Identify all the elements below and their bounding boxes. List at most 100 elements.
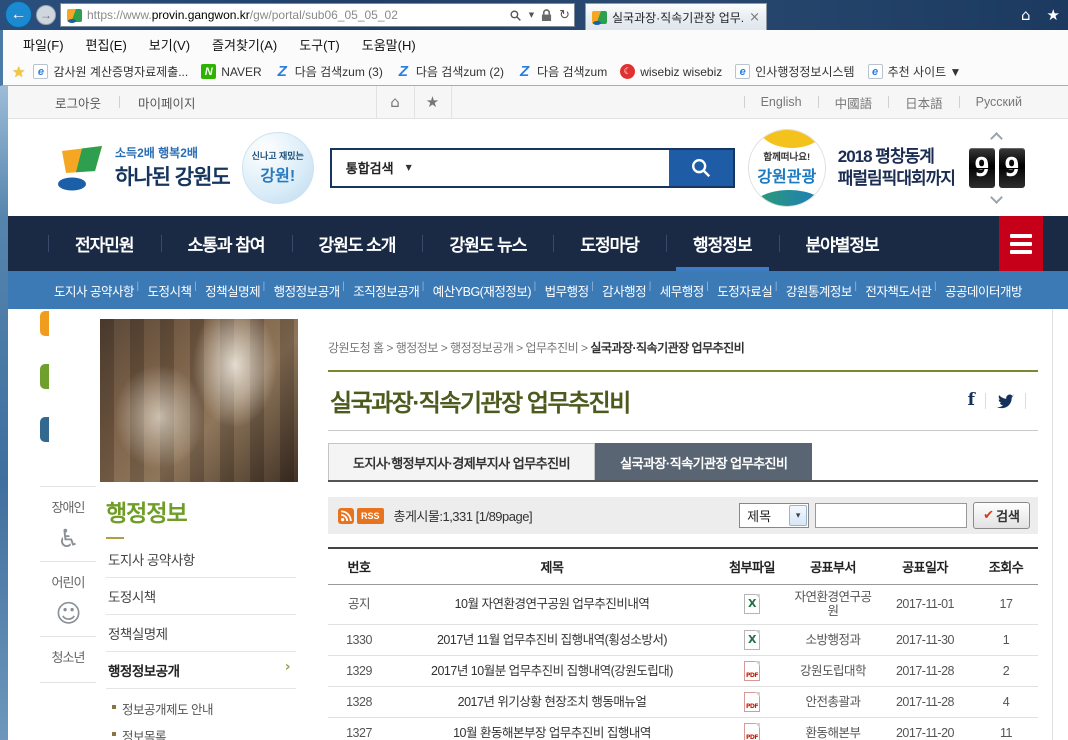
audience-link[interactable]: 청소년 [40, 637, 96, 683]
favorite-item[interactable]: 다음 검색zum (2) [396, 63, 504, 80]
main-nav-item[interactable]: 도정마당 [553, 216, 666, 271]
board-tab[interactable]: 실국과장·직속기관장 업무추진비 [595, 443, 812, 480]
browser-menu-item[interactable]: 도구(T) [288, 35, 351, 54]
search-scope-dropdown[interactable]: 통합검색 [332, 158, 406, 177]
attachment-file-icon[interactable] [744, 692, 760, 712]
sub-nav-item[interactable]: 법무행정 [539, 281, 595, 300]
gangwon-winter-badge[interactable]: 신나고 재밌는 강원! [242, 132, 314, 204]
table-row: 공지 10월 자연환경연구공원 업무추진비내역 자연환경연구공원 2017-11… [328, 585, 1038, 625]
url-domain: provin.gangwon.kr [152, 8, 250, 22]
sub-nav-item[interactable]: 감사행정 [596, 281, 652, 300]
rss-button[interactable]: RSS [338, 508, 384, 524]
attachment-file-icon[interactable] [744, 594, 760, 614]
tab-close-icon[interactable]: × [749, 10, 760, 25]
post-title-link[interactable]: 2017년 11월 업무추진비 집행내역(횡성소방서) [437, 633, 667, 647]
sub-nav-item[interactable]: 세무행정 [654, 281, 710, 300]
sidebar-menu-item[interactable]: 도정시책 [106, 578, 296, 615]
favorite-item[interactable]: 다음 검색zum [517, 63, 607, 80]
favorite-item[interactable]: 인사행정정보시스템 [735, 63, 854, 80]
post-title-link[interactable]: 2017년 위기상황 현장조치 행동매뉴얼 [458, 695, 647, 709]
main-nav-item[interactable]: 전자민원 [48, 216, 161, 271]
rss-icon [338, 508, 354, 524]
browser-menu-item[interactable]: 보기(V) [138, 35, 201, 54]
all-menu-button[interactable] [999, 216, 1043, 271]
quick-rail-button[interactable]: 마이페이지 [40, 417, 96, 478]
favorite-item[interactable]: NAVER [201, 63, 261, 80]
search-icon[interactable] [509, 9, 522, 22]
sub-nav-item[interactable]: 도지사 공약사항 [48, 281, 140, 300]
sidebar-menu-item[interactable]: 정책실명제 [106, 615, 296, 652]
attachment-file-icon[interactable] [744, 630, 760, 650]
attachment-file-icon[interactable] [744, 661, 760, 681]
sub-nav-item[interactable]: 공공데이터개방 [939, 281, 1028, 300]
home-icon[interactable]: ⌂ [1021, 6, 1031, 24]
add-favorite-star-icon[interactable]: ★ [12, 63, 25, 81]
sub-nav-item[interactable]: 행정정보공개 [268, 281, 346, 300]
post-title-link[interactable]: 2017년 10월분 업무추진비 집행내역(강원도립대) [431, 664, 673, 678]
sub-nav-item[interactable]: 강원통계정보 [780, 281, 858, 300]
mypage-link[interactable]: 마이페이지 [138, 93, 196, 112]
main-nav-item[interactable]: 강원도 소개 [292, 216, 423, 271]
tab-favicon [592, 11, 607, 24]
sidebar-submenu-item[interactable]: 정보목록 [110, 722, 296, 740]
address-bar[interactable]: https://www.provin.gangwon.kr/gw/portal/… [60, 3, 575, 27]
favorite-item[interactable]: 감사원 계산증명자료제출... [33, 63, 188, 80]
quick-rail-button[interactable]: 전체메뉴 [40, 311, 96, 372]
language-link[interactable]: 中國語 [819, 93, 889, 112]
main-nav-item[interactable]: 강원도 뉴스 [422, 216, 553, 271]
browser-forward-button[interactable]: → [36, 5, 56, 25]
chevron-down-icon[interactable] [991, 191, 1004, 204]
sub-nav-item[interactable]: 도정자료실 [711, 281, 778, 300]
browser-menu-item[interactable]: 도움말(H) [351, 35, 427, 54]
browser-menu-item[interactable]: 파일(F) [12, 35, 75, 54]
main-nav-item[interactable]: 행정정보 [666, 216, 779, 271]
gangwon-tour-badge[interactable]: 함께떠나요! 강원관광 [748, 129, 826, 207]
browser-tab[interactable]: 실국과장·직속기관장 업무... × [585, 3, 767, 30]
board-search-button[interactable]: ✔ 검색 [973, 502, 1030, 529]
sub-nav-item[interactable]: 전자책도서관 [859, 281, 937, 300]
logout-link[interactable]: 로그아웃 [55, 93, 101, 112]
board-tab[interactable]: 도지사·행정부지사·경제부지사 업무추진비 [328, 443, 595, 480]
sub-nav-item[interactable]: 정책실명제 [199, 281, 266, 300]
header-search-button[interactable] [669, 150, 733, 186]
sidebar-submenu-item[interactable]: 정보공개제도 안내 [110, 695, 296, 722]
search-category-select[interactable]: 제목 ▾ [739, 503, 809, 528]
language-link[interactable]: Русский [960, 95, 1038, 109]
chevron-down-icon[interactable]: ▼ [529, 11, 534, 19]
chevron-up-icon[interactable] [991, 132, 1004, 145]
facebook-icon[interactable]: f [968, 392, 975, 409]
countdown-counter: 99 [969, 134, 1025, 202]
browser-back-button[interactable]: ← [5, 1, 32, 28]
star-icon[interactable]: ★ [414, 86, 452, 119]
chevron-down-icon[interactable]: ▼ [406, 163, 412, 172]
language-link[interactable]: 日本語 [889, 93, 959, 112]
refresh-icon[interactable]: ↻ [559, 8, 570, 23]
post-title-link[interactable]: 10월 환동해본부장 업무추진비 집행내역 [453, 726, 651, 740]
audience-link[interactable]: 어린이☺ [40, 562, 96, 637]
favorites-star-icon[interactable]: ★ [1047, 6, 1060, 24]
quick-rail: 전체메뉴로그아웃마이페이지 장애인♿어린이☺청소년 [40, 319, 96, 740]
audience-link[interactable]: 장애인♿ [40, 486, 96, 562]
favorite-item[interactable]: 다음 검색zum (3) [275, 63, 383, 80]
board-search-input[interactable] [815, 503, 967, 528]
language-link[interactable]: English [745, 95, 818, 109]
tab-title: 실국과장·직속기관장 업무... [612, 9, 745, 26]
favorite-item[interactable]: wisebiz wisebiz [620, 63, 722, 80]
home-icon[interactable]: ⌂ [376, 86, 414, 119]
chevron-down-icon: ▾ [789, 505, 807, 526]
twitter-icon[interactable] [996, 393, 1015, 409]
favorite-item[interactable]: 추천 사이트 ▼ [868, 63, 962, 80]
browser-menu-item[interactable]: 편집(E) [75, 35, 138, 54]
sub-nav-item[interactable]: 예산YBG(재정정보) [427, 281, 537, 300]
attachment-file-icon[interactable] [744, 723, 760, 740]
main-nav-item[interactable]: 분야별정보 [779, 216, 906, 271]
browser-menu-item[interactable]: 즐겨찾기(A) [201, 35, 288, 54]
sidebar-menu-item[interactable]: 행정정보공개› [106, 652, 296, 689]
header-search-input[interactable] [418, 150, 669, 186]
sub-nav-item[interactable]: 도정시책 [142, 281, 198, 300]
sidebar-menu-item[interactable]: 도지사 공약사항 [106, 541, 296, 578]
sub-nav-item[interactable]: 조직정보공개 [347, 281, 425, 300]
main-nav-item[interactable]: 소통과 참여 [161, 216, 292, 271]
site-logo[interactable]: 소득2배 행복2배 하나된 강원도 [55, 144, 230, 192]
post-title-link[interactable]: 10월 자연환경연구공원 업무추진비내역 [455, 597, 650, 611]
